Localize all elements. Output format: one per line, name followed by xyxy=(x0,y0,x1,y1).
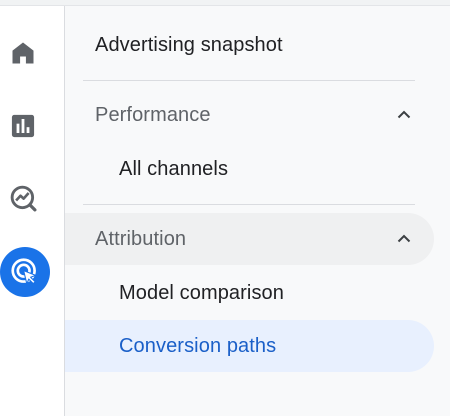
nav-panel: Advertising snapshot Performance All cha… xyxy=(65,6,450,416)
chevron-up-icon xyxy=(397,110,411,119)
reports-icon xyxy=(11,114,35,138)
rail-advertising[interactable] xyxy=(0,247,50,297)
divider xyxy=(83,204,415,205)
nav-section-label: Attribution xyxy=(95,227,187,250)
advertising-icon xyxy=(11,258,37,285)
divider xyxy=(83,80,415,81)
nav-item-label: Advertising snapshot xyxy=(95,33,283,56)
home-icon xyxy=(12,42,34,64)
nav-item-conversion-paths[interactable]: Conversion paths xyxy=(65,320,434,372)
nav-item-label: All channels xyxy=(119,157,229,180)
nav-section-label: Performance xyxy=(95,103,211,126)
rail-reports[interactable] xyxy=(0,103,46,149)
rail-home[interactable] xyxy=(0,30,46,76)
nav-item-advertising-snapshot[interactable]: Advertising snapshot xyxy=(65,19,434,71)
nav-item-model-comparison[interactable]: Model comparison xyxy=(65,267,434,319)
nav-item-label: Model comparison xyxy=(119,281,285,304)
icon-rail xyxy=(0,6,65,416)
rail-explore[interactable] xyxy=(0,175,46,221)
nav-section-performance[interactable]: Performance xyxy=(65,89,434,141)
explore-icon xyxy=(10,185,37,212)
nav-item-all-channels[interactable]: All channels xyxy=(65,143,434,195)
nav-item-label: Conversion paths xyxy=(119,334,277,357)
nav-section-attribution[interactable]: Attribution xyxy=(65,213,434,265)
chevron-up-icon xyxy=(397,234,411,243)
